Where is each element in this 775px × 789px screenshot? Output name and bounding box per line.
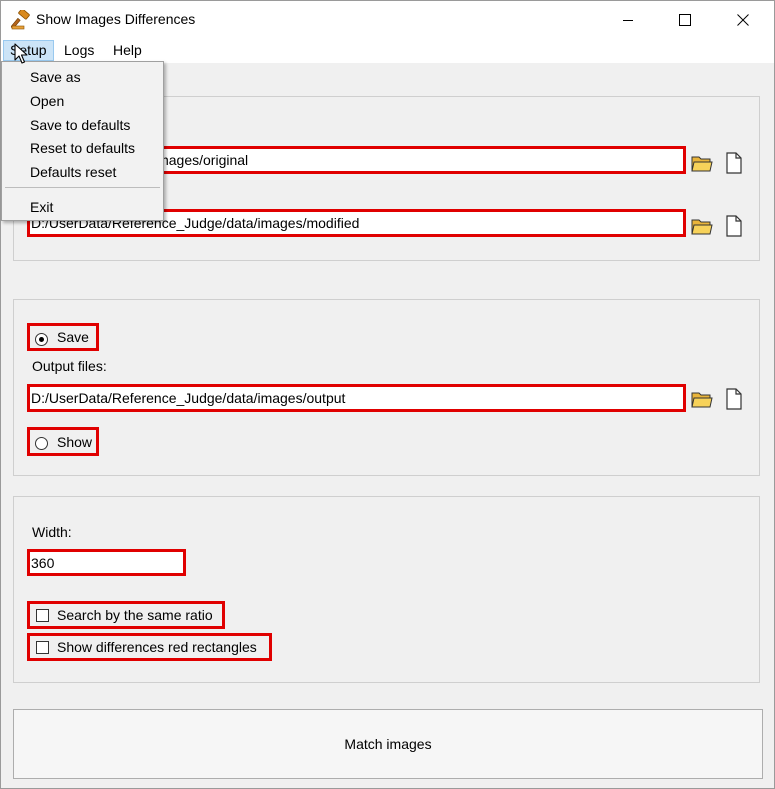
maximize-button[interactable] <box>662 1 708 38</box>
menu-logs[interactable]: Logs <box>58 40 100 61</box>
folder-open-icon <box>691 392 713 408</box>
new-file-icon <box>726 215 742 237</box>
folder-open-icon <box>691 156 713 172</box>
red-rectangles-checkbox[interactable] <box>36 641 49 654</box>
modified-new-button[interactable] <box>722 214 746 238</box>
maximize-icon <box>679 13 691 26</box>
modified-browse-button[interactable] <box>690 214 714 238</box>
close-button[interactable] <box>720 1 766 38</box>
menu-item-open[interactable]: Open <box>30 93 64 109</box>
menu-item-save-to-defaults[interactable]: Save to defaults <box>30 117 130 133</box>
output-path-value: D:/UserData/Reference_Judge/data/images/… <box>31 390 346 406</box>
title-bar: Show Images Differences <box>1 1 774 38</box>
minimize-button[interactable] <box>605 1 651 38</box>
menu-item-reset-to-defaults[interactable]: Reset to defaults <box>30 140 135 156</box>
red-rectangles-option[interactable]: Show differences red rectangles <box>27 633 272 661</box>
menu-bar: Setup Logs Help <box>1 38 774 63</box>
menu-item-save-as[interactable]: Save as <box>30 69 81 85</box>
match-images-button[interactable]: Match images <box>13 709 763 779</box>
original-browse-button[interactable] <box>690 151 714 175</box>
menu-help[interactable]: Help <box>107 40 148 61</box>
same-ratio-option[interactable]: Search by the same ratio <box>27 601 225 629</box>
width-label: Width: <box>32 524 72 540</box>
show-label: Show <box>57 433 93 450</box>
radio-selected-dot <box>39 337 44 342</box>
setup-dropdown-menu: Save as Open Save to defaults Reset to d… <box>1 61 164 221</box>
gavel-icon <box>10 8 31 30</box>
save-label: Save <box>57 329 89 345</box>
width-value: 360 <box>31 554 55 571</box>
close-icon <box>737 13 749 26</box>
new-file-icon <box>726 152 742 174</box>
output-path-input[interactable]: D:/UserData/Reference_Judge/data/images/… <box>27 384 686 412</box>
window-title: Show Images Differences <box>36 11 196 27</box>
red-rectangles-label: Show differences red rectangles <box>57 639 257 655</box>
menu-setup[interactable]: Setup <box>3 40 54 61</box>
menu-item-defaults-reset[interactable]: Defaults reset <box>30 164 116 180</box>
show-radio-button[interactable] <box>35 437 48 450</box>
output-browse-button[interactable] <box>690 387 714 411</box>
output-new-button[interactable] <box>722 387 746 411</box>
folder-open-icon <box>691 219 713 235</box>
menu-item-exit[interactable]: Exit <box>30 199 53 215</box>
output-files-label: Output files: <box>32 358 107 374</box>
same-ratio-label: Search by the same ratio <box>57 607 213 623</box>
save-radio-button[interactable] <box>35 333 48 346</box>
save-radio[interactable]: Save <box>27 323 99 351</box>
minimize-icon <box>623 19 633 21</box>
same-ratio-checkbox[interactable] <box>36 609 49 622</box>
new-file-icon <box>726 388 742 410</box>
width-input[interactable]: 360 <box>27 549 186 576</box>
mouse-cursor-icon <box>14 43 28 64</box>
menu-separator <box>5 187 160 188</box>
original-new-button[interactable] <box>722 151 746 175</box>
show-radio[interactable]: Show <box>27 427 99 456</box>
